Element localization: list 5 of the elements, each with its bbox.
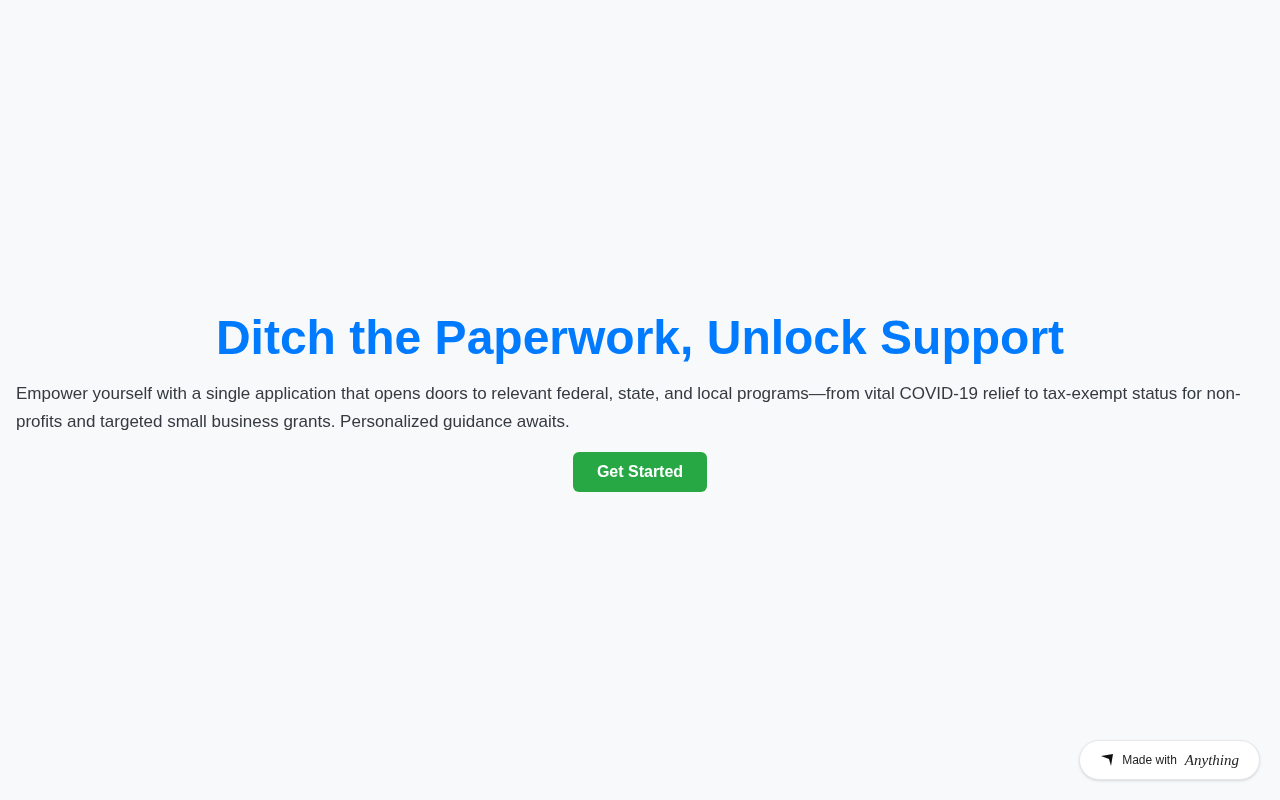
hero-title: Ditch the Paperwork, Unlock Support [214,310,1066,366]
badge-brand: Anything [1184,750,1239,770]
made-with-badge[interactable]: Made with Anything [1079,740,1260,780]
hero-description: Empower yourself with a single application that opens doors to relevant federal, state, and local programs—from vital COVID-19 relief to tax-exempt status for non-profits and targeted small business grants. Personalized guidance awaits. [16,383,1242,433]
badge-prefix: Made with [1122,752,1177,769]
